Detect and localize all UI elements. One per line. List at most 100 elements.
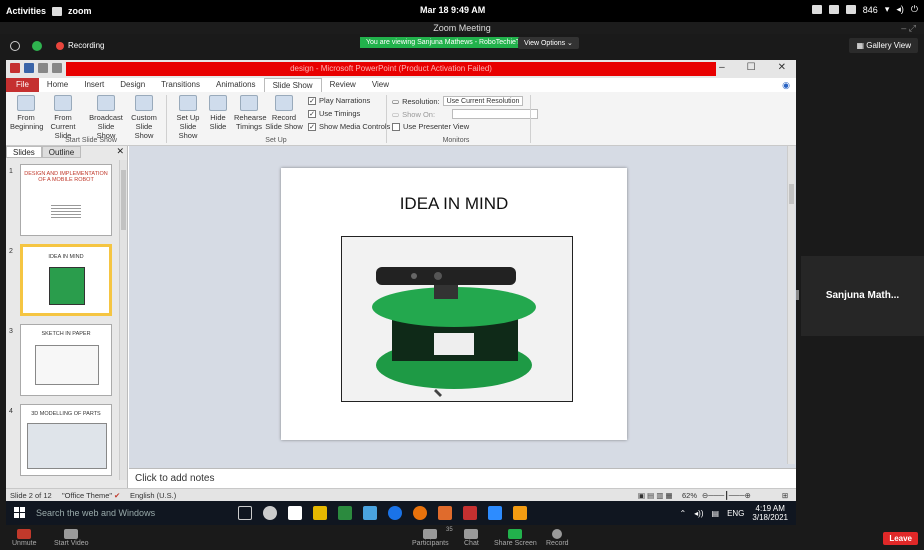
video-off-icon	[64, 529, 79, 539]
leave-button[interactable]: Leave	[883, 532, 918, 545]
slide-thumbnail[interactable]: SKETCH IN PAPER	[20, 324, 112, 396]
current-slide[interactable]: IDEA IN MIND	[281, 168, 627, 440]
speaker-icon[interactable]: ◂))	[694, 509, 703, 518]
gallery-view-button[interactable]: ▦ Gallery View	[849, 38, 918, 53]
maximize-icon[interactable]: ☐	[747, 62, 756, 73]
language[interactable]: English (U.S.)	[130, 491, 176, 500]
tab-review[interactable]: Review	[322, 78, 364, 92]
task-view-icon[interactable]	[238, 506, 252, 520]
panel-scrollbar[interactable]	[119, 160, 127, 480]
slide-scrollbar[interactable]	[787, 146, 795, 464]
zoom-slider[interactable]: ⊖───┃───⊕	[702, 491, 751, 500]
zoom-tray-icon[interactable]	[828, 5, 839, 14]
store-icon[interactable]	[288, 506, 302, 520]
slide-thumbnail[interactable]: DESIGN AND IMPLEMENTATION OF A MOBILE RO…	[20, 164, 112, 236]
tray-chevron-icon[interactable]: ⌃	[679, 509, 686, 518]
info-icon[interactable]	[10, 41, 20, 51]
window-controls[interactable]: – ⤢	[901, 22, 916, 34]
panel-scroll-thumb[interactable]	[121, 170, 126, 230]
broadcast-button[interactable]: Broadcast Slide Show	[88, 95, 124, 140]
thumb-number: 2	[9, 248, 13, 255]
zoom-task-icon[interactable]	[488, 506, 502, 520]
from-current-button[interactable]: From Current Slide	[44, 95, 82, 140]
excel-icon[interactable]	[338, 506, 352, 520]
input-language[interactable]: ENG	[727, 509, 744, 518]
tab-insert[interactable]: Insert	[76, 78, 112, 92]
hide-slide-button[interactable]: Hide Slide	[206, 95, 230, 131]
shield-icon[interactable]	[32, 41, 42, 51]
vlc-icon[interactable]	[513, 506, 527, 520]
power-icon[interactable]: ⏻	[911, 4, 918, 15]
rehearse-button[interactable]: Rehearse Timings	[234, 95, 267, 131]
volume-icon[interactable]: ◂)	[896, 4, 904, 15]
recording-indicator[interactable]: Recording	[56, 41, 104, 50]
start-video-button[interactable]: Start Video	[54, 529, 89, 547]
app-name[interactable]: zoom	[68, 6, 92, 16]
slack-icon[interactable]	[811, 5, 822, 14]
zoom-level[interactable]: 62%	[682, 491, 697, 500]
slide-scroll-thumb[interactable]	[789, 184, 794, 204]
spellcheck-icon[interactable]: ✔	[114, 491, 120, 500]
chrome-icon[interactable]	[263, 506, 277, 520]
matlab-icon[interactable]	[438, 506, 452, 520]
resolution-select[interactable]: Use Current Resolution	[442, 96, 524, 106]
grid-icon: ▦	[856, 41, 867, 50]
setup-show-button[interactable]: Set Up Slide Show	[170, 95, 206, 140]
system-clock[interactable]: Mar 18 9:49 AM	[420, 5, 485, 15]
edge-icon[interactable]	[388, 506, 402, 520]
undo-icon[interactable]	[38, 63, 48, 73]
thumb-number: 1	[9, 168, 13, 175]
save-icon[interactable]	[24, 63, 34, 73]
participant-tile[interactable]: Sanjuna Math...	[801, 256, 924, 336]
slide-thumbnail[interactable]: 3D MODELLING OF PARTS	[20, 404, 112, 476]
participants-button[interactable]: Participants 35	[412, 527, 453, 547]
powerpoint-icon[interactable]	[463, 506, 477, 520]
slide-title[interactable]: IDEA IN MIND	[281, 194, 627, 214]
close-panel-icon[interactable]: ✕	[116, 146, 124, 157]
fit-slide-icon[interactable]: ⊞	[782, 491, 788, 500]
use-timings-checkbox[interactable]: ✓ Use Timings	[308, 109, 360, 118]
wifi-icon[interactable]: ▾	[885, 4, 890, 15]
play-narrations-checkbox[interactable]: ✓ Play Narrations	[308, 96, 370, 105]
setup-show-label: Set Up Slide Show	[176, 113, 200, 140]
drive-icon[interactable]	[845, 5, 856, 14]
share-screen-button[interactable]: Share Screen	[494, 529, 537, 547]
view-buttons[interactable]: ▣ ▤ ▥ ▦	[638, 491, 673, 500]
notes-pane[interactable]: Click to add notes	[129, 468, 796, 488]
record-button[interactable]: Record	[546, 529, 569, 547]
chat-button[interactable]: Chat	[464, 529, 479, 547]
robot-photo[interactable]	[341, 236, 573, 402]
paint-icon[interactable]	[363, 506, 377, 520]
redo-icon[interactable]	[52, 63, 62, 73]
battery-readout: 846	[862, 4, 878, 15]
tab-slides[interactable]: Slides	[6, 146, 42, 158]
from-beginning-button[interactable]: From Beginning	[10, 95, 43, 131]
tab-view[interactable]: View	[364, 78, 397, 92]
show-media-checkbox[interactable]: ✓ Show Media Controls	[308, 122, 390, 131]
tab-home[interactable]: Home	[39, 78, 76, 92]
tab-outline[interactable]: Outline	[41, 146, 82, 158]
windows-start-icon[interactable]	[14, 507, 25, 518]
taskbar-search[interactable]: Search the web and Windows	[36, 508, 155, 518]
folder-icon[interactable]	[313, 506, 327, 520]
tab-transitions[interactable]: Transitions	[153, 78, 208, 92]
custom-slideshow-button[interactable]: Custom Slide Show	[126, 95, 162, 140]
slide-thumbnail-selected[interactable]: IDEA IN MIND	[20, 244, 112, 316]
tab-slide-show[interactable]: Slide Show	[263, 77, 322, 93]
tab-file[interactable]: File	[6, 78, 39, 92]
firefox-icon[interactable]	[413, 506, 427, 520]
keyboard-icon[interactable]: ▤	[712, 509, 720, 518]
view-options-button[interactable]: View Options ⌄	[518, 37, 579, 49]
tab-animations[interactable]: Animations	[208, 78, 264, 92]
close-icon[interactable]: ✕	[778, 62, 786, 73]
minimize-icon[interactable]: –	[719, 62, 725, 73]
show-on-select[interactable]	[452, 109, 539, 119]
presenter-view-checkbox[interactable]: Use Presenter View	[392, 122, 469, 131]
tray-clock[interactable]: 4:19 AM 3/18/2021	[752, 504, 788, 522]
record-slide-button[interactable]: Record Slide Show	[264, 95, 304, 131]
tab-design[interactable]: Design	[112, 78, 153, 92]
help-icon[interactable]: ◉	[782, 80, 790, 91]
resize-handle[interactable]	[796, 290, 799, 300]
unmute-button[interactable]: Unmute	[12, 529, 37, 547]
activities-button[interactable]: Activities	[6, 6, 46, 16]
